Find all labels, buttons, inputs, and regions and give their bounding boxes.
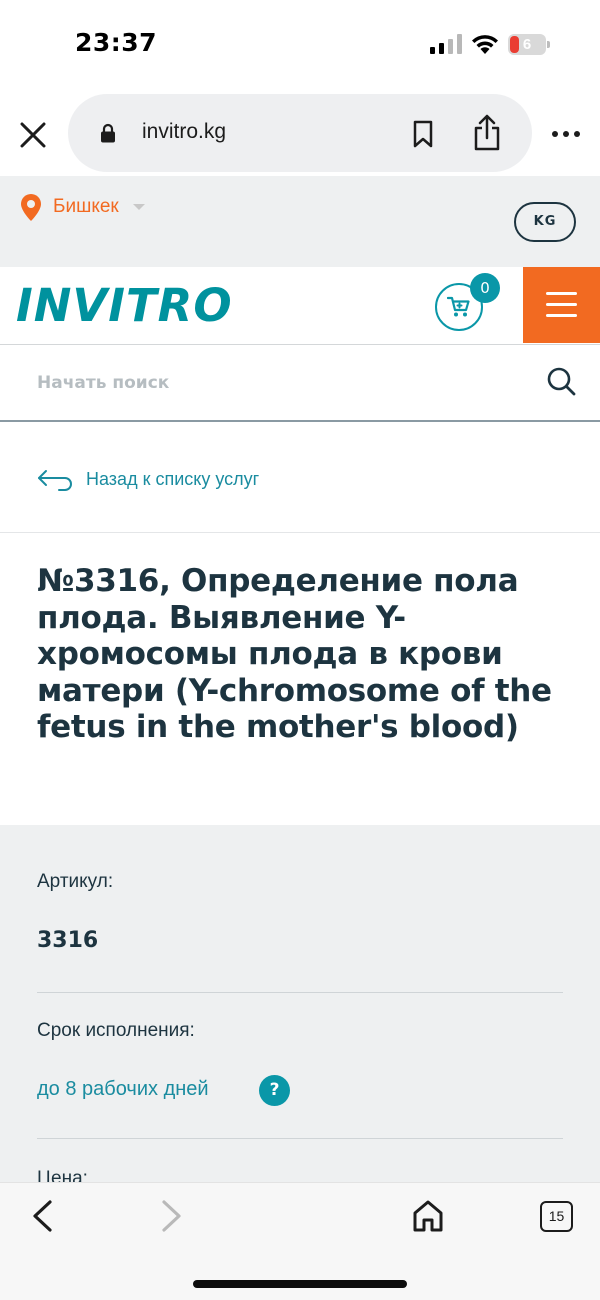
article-label: Артикул: [37, 871, 114, 892]
search-icon[interactable] [546, 366, 576, 396]
cart-icon [447, 296, 470, 317]
lock-icon [101, 123, 115, 143]
back-link-row: Назад к списку услуг [0, 422, 600, 533]
signal-icon [430, 34, 462, 54]
status-time: 23:37 [75, 28, 158, 57]
back-to-services-link[interactable]: Назад к списку услуг [86, 469, 259, 490]
battery-icon: 6 [508, 34, 550, 55]
home-icon[interactable] [412, 1199, 444, 1233]
back-arrow-icon[interactable] [37, 467, 75, 491]
divider [37, 992, 563, 993]
wifi-icon [472, 35, 498, 54]
article-value: 3316 [37, 928, 99, 953]
tabs-button[interactable]: 15 [540, 1201, 573, 1232]
url-field[interactable]: invitro.kg [68, 94, 532, 172]
location-bar: Бишкек KG [0, 176, 600, 267]
search-bar [0, 345, 600, 422]
duration-value-link[interactable]: до 8 рабочих дней [37, 1078, 209, 1101]
chevron-down-icon [133, 204, 145, 210]
cart-count-badge: 0 [470, 273, 500, 303]
url-text: invitro.kg [142, 120, 227, 143]
site-header: INVITRO 0 [0, 267, 600, 345]
browser-address-bar: invitro.kg [0, 90, 600, 176]
close-icon[interactable] [18, 120, 48, 150]
menu-button[interactable] [523, 267, 600, 343]
page-title: №3316, Определение пола плода. Выявление… [37, 563, 552, 745]
divider [37, 1138, 563, 1139]
browser-toolbar: 15 [0, 1182, 600, 1300]
language-button[interactable]: KG [514, 202, 576, 242]
duration-label: Срок исполнения: [37, 1020, 195, 1041]
invitro-logo[interactable]: INVITRO [16, 279, 233, 332]
share-icon[interactable] [472, 114, 502, 152]
status-bar: 23:37 6 [0, 0, 600, 90]
help-icon[interactable]: ? [259, 1075, 290, 1106]
location-pin-icon [21, 194, 41, 221]
battery-level: 6 [522, 36, 532, 53]
chevron-left-icon[interactable] [30, 1199, 56, 1233]
bookmark-icon[interactable] [412, 120, 434, 148]
chevron-right-icon[interactable] [158, 1199, 184, 1233]
hamburger-icon [546, 292, 577, 295]
title-section: №3316, Определение пола плода. Выявление… [0, 533, 600, 825]
search-input[interactable] [24, 357, 524, 409]
city-selector[interactable]: Бишкек [53, 196, 119, 218]
more-options-icon[interactable] [551, 130, 581, 138]
home-indicator [193, 1280, 407, 1288]
service-info-card: Артикул: 3316 Срок исполнения: до 8 рабо… [0, 825, 600, 1185]
